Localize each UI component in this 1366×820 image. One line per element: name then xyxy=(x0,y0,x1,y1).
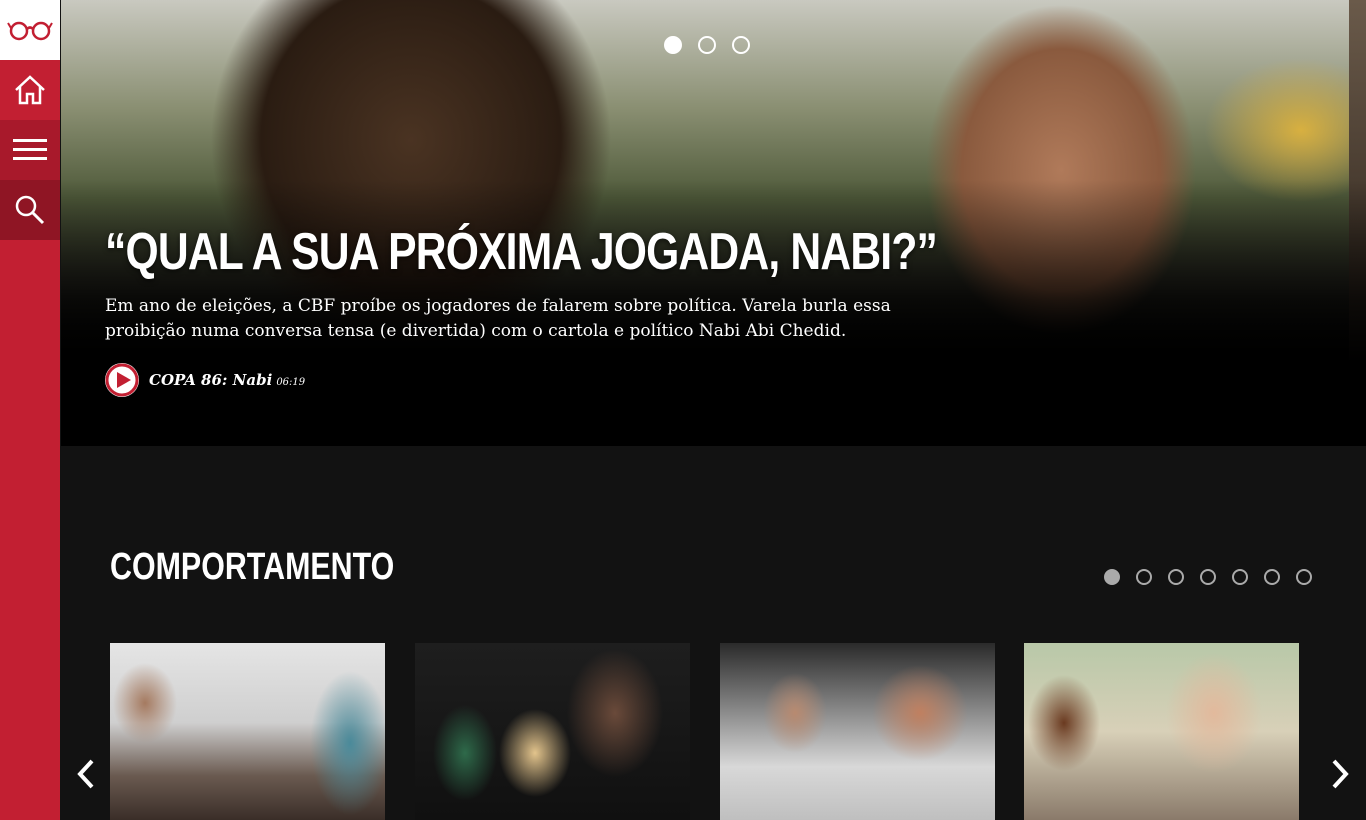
menu-icon xyxy=(13,139,47,160)
hero-carousel-dot-2[interactable] xyxy=(698,36,716,54)
hero-carousel-dot-1[interactable] xyxy=(664,36,682,54)
video-thumbnail-4[interactable] xyxy=(1024,643,1299,820)
hero-video-link[interactable]: COPA 86: Nabi 06:19 xyxy=(105,363,305,397)
hero-title[interactable]: “QUAL A SUA PRÓXIMA JOGADA, NABI?” xyxy=(105,222,938,282)
section-carousel-dot-3[interactable] xyxy=(1168,569,1184,585)
search-icon xyxy=(15,195,45,225)
site-logo[interactable] xyxy=(0,0,60,60)
sidebar xyxy=(0,0,60,820)
video-thumbnail-2[interactable] xyxy=(415,643,690,820)
section-carousel-dot-7[interactable] xyxy=(1296,569,1312,585)
home-button[interactable] xyxy=(0,60,60,120)
section-carousel-dot-4[interactable] xyxy=(1200,569,1216,585)
play-icon xyxy=(105,363,139,397)
play-button[interactable] xyxy=(105,363,139,397)
section-title[interactable]: COMPORTAMENTO xyxy=(110,546,394,589)
hero-description: Em ano de eleições, a CBF proíbe os joga… xyxy=(105,296,891,341)
hero-carousel-dot-3[interactable] xyxy=(732,36,750,54)
section-carousel-dot-5[interactable] xyxy=(1232,569,1248,585)
video-thumbnail-1[interactable] xyxy=(110,643,385,820)
chevron-right-icon xyxy=(1332,759,1349,789)
chevron-left-icon xyxy=(77,759,94,789)
search-button[interactable] xyxy=(0,180,60,240)
home-icon xyxy=(15,75,45,105)
section-carousel-dot-1[interactable] xyxy=(1104,569,1120,585)
video-thumbnail-3[interactable] xyxy=(720,643,995,820)
menu-button[interactable] xyxy=(0,120,60,180)
video-duration: 06:19 xyxy=(276,376,306,388)
hero-carousel-dots xyxy=(664,36,750,54)
section-carousel-dot-6[interactable] xyxy=(1264,569,1280,585)
section-carousel-dot-2[interactable] xyxy=(1136,569,1152,585)
hero-banner: “QUAL A SUA PRÓXIMA JOGADA, NABI?” Em an… xyxy=(61,0,1366,446)
carousel-prev-button[interactable] xyxy=(72,754,100,794)
video-title[interactable]: COPA 86: Nabi xyxy=(149,371,272,389)
carousel-next-button[interactable] xyxy=(1326,754,1354,794)
glasses-icon xyxy=(7,21,53,41)
section-carousel-dots xyxy=(1104,569,1312,585)
